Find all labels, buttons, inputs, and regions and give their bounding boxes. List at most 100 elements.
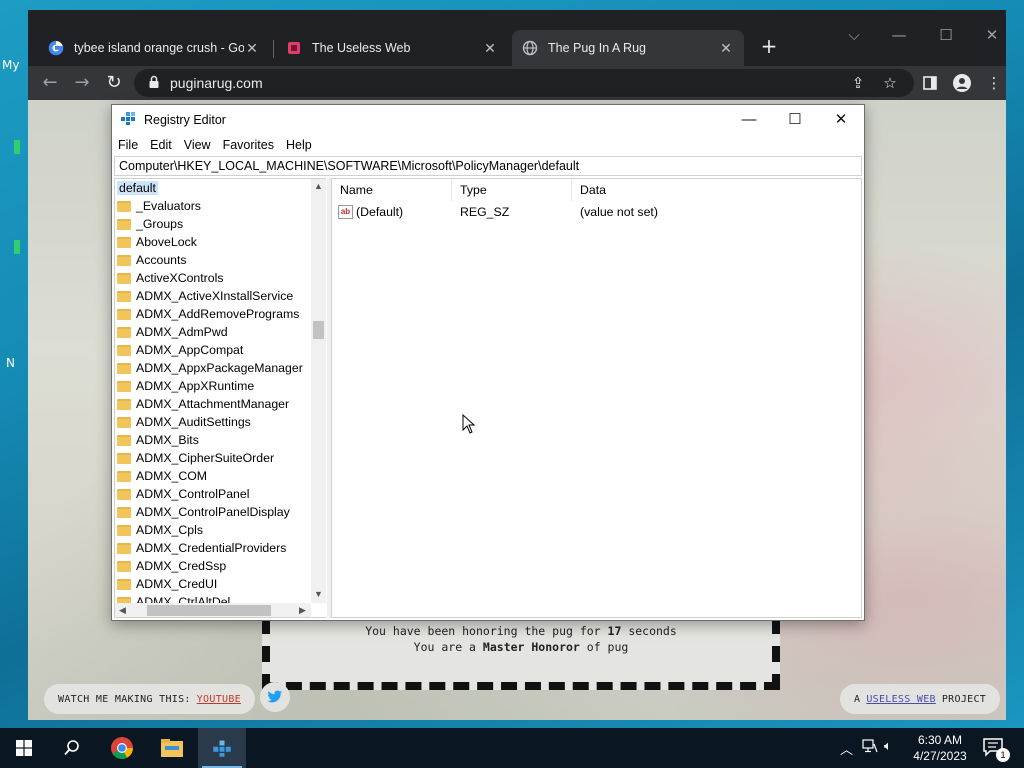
new-tab-button[interactable]: + [758,36,780,58]
regedit-minimize-icon[interactable]: — [726,105,772,135]
tab-close-icon[interactable]: ✕ [482,40,498,57]
tree-item[interactable]: ADMX_CredentialProviders [115,539,311,557]
scroll-left-arrow-icon[interactable]: ◀ [115,605,130,616]
tree-horizontal-scrollbar[interactable]: ◀ ▶ [115,603,311,617]
minimize-icon[interactable]: — [889,26,909,44]
tree-item[interactable]: ADMX_AppxPackageManager [115,359,311,377]
tree-item[interactable]: ADMX_AttachmentManager [115,395,311,413]
network-icon[interactable] [862,739,878,757]
scroll-down-arrow-icon[interactable]: ▼ [311,589,326,599]
tree-item[interactable]: ADMX_AddRemovePrograms [115,305,311,323]
tree-item-label: _Groups [136,217,184,231]
tab-close-icon[interactable]: ✕ [244,40,260,57]
tab-pug-in-a-rug[interactable]: The Pug In A Rug ✕ [512,30,744,66]
menu-favorites[interactable]: Favorites [217,138,280,152]
bookmark-star-icon[interactable]: ☆ [878,71,902,95]
tree-item-label: _Evaluators [136,199,201,213]
tree-horizontal-scroll-thumb[interactable] [147,605,271,616]
scroll-up-arrow-icon[interactable]: ▲ [311,181,326,191]
search-icon [64,740,79,756]
folder-icon [117,542,131,554]
kebab-menu-icon[interactable]: ⋮ [982,71,1006,95]
menu-help[interactable]: Help [280,138,318,152]
volume-icon[interactable]: 🔈︎ [884,739,892,754]
table-row[interactable]: ab (Default) REG_SZ (value not set) [332,203,861,221]
tree-vertical-scroll-thumb[interactable] [313,321,324,339]
youtube-link[interactable]: YOUTUBE [197,694,241,705]
back-arrow-icon[interactable]: ← [38,71,62,95]
tree-item[interactable]: ADMX_ControlPanel [115,485,311,503]
search-button[interactable] [48,728,96,768]
side-panel-icon[interactable] [918,71,942,95]
share-icon[interactable]: ⇪ [846,71,870,95]
tree-item[interactable]: _Evaluators [115,197,311,215]
folder-icon [117,524,131,536]
tree-item[interactable]: ADMX_ActiveXInstallService [115,287,311,305]
column-header-data[interactable]: Data [572,179,861,201]
tree-item-label: ADMX_ControlPanelDisplay [136,505,290,519]
tree-item-label: ADMX_AppXRuntime [136,379,255,393]
tree-item[interactable]: ActiveXControls [115,269,311,287]
address-bar[interactable]: puginarug.com [134,69,914,97]
profile-avatar-icon[interactable] [950,71,974,95]
tab-useless-web[interactable]: The Useless Web ✕ [276,30,508,66]
chrome-icon [111,737,133,759]
desktop-icon-label[interactable]: N [6,356,15,370]
scroll-right-arrow-icon[interactable]: ▶ [295,605,310,616]
desktop-icon-label[interactable]: My [2,58,19,72]
tree-item[interactable]: ADMX_AdmPwd [115,323,311,341]
tree-vertical-scrollbar[interactable]: ▲ ▼ [311,179,326,603]
tree-item[interactable]: ADMX_COM [115,467,311,485]
reload-icon[interactable]: ↻ [102,71,126,95]
tab-close-icon[interactable]: ✕ [718,40,734,57]
clock-date: 4/27/2023 [913,749,967,763]
tree-item[interactable]: ADMX_Bits [115,431,311,449]
tree-item[interactable]: ADMX_AppXRuntime [115,377,311,395]
tree-item[interactable]: ADMX_CtrlAltDel [115,593,311,603]
regedit-titlebar[interactable]: Registry Editor — ☐ ✕ [112,105,864,135]
regedit-maximize-icon[interactable]: ☐ [772,105,818,135]
registry-editor-icon [120,110,136,131]
tree-item[interactable]: _Groups [115,215,311,233]
tree-item[interactable]: Accounts [115,251,311,269]
tab-strip: tybee island orange crush - Goo ✕ The Us… [28,10,1006,66]
tree-item[interactable]: ADMX_CredSsp [115,557,311,575]
desktop-icon[interactable] [14,240,20,254]
tree-item[interactable]: ADMX_AuditSettings [115,413,311,431]
desktop-icon[interactable] [14,140,20,154]
regedit-close-icon[interactable]: ✕ [818,105,864,135]
lock-icon[interactable] [148,74,160,93]
notification-count-badge: 1 [996,748,1010,762]
tree-item[interactable]: ADMX_AppCompat [115,341,311,359]
twitter-bird-icon[interactable] [260,682,290,712]
taskbar-clock[interactable]: 6:30 AM 4/27/2023 [908,732,972,764]
show-hidden-icons-chevron-icon[interactable]: ︿ [840,739,853,758]
useless-web-link[interactable]: USELESS WEB [866,694,936,705]
tree-item[interactable]: ADMX_CredUI [115,575,311,593]
start-button[interactable] [0,728,48,768]
maximize-icon[interactable]: ☐ [936,26,956,44]
tree-root-item[interactable]: default [115,179,311,197]
taskbar-chrome[interactable] [98,728,146,768]
tab-search-chevron-icon[interactable]: ⌵ [844,26,864,44]
taskbar-registry-editor[interactable] [198,728,246,768]
column-header-name[interactable]: Name [332,179,452,201]
registry-key-tree: default _Evaluators _Groups AboveLock Accou… [114,178,326,618]
honor-time-text: You have been honoring the pug for 17 se… [270,624,772,638]
column-header-type[interactable]: Type [452,179,572,201]
menu-view[interactable]: View [178,138,217,152]
registry-path-field[interactable]: Computer\HKEY_LOCAL_MACHINE\SOFTWARE\Mic… [114,156,862,176]
taskbar-file-explorer[interactable] [148,728,196,768]
tree-list: default _Evaluators _Groups AboveLock Accou… [115,179,311,603]
tree-item[interactable]: ADMX_CipherSuiteOrder [115,449,311,467]
close-window-icon[interactable]: ✕ [982,26,1002,44]
tree-item[interactable]: AboveLock [115,233,311,251]
url-text: puginarug.com [170,75,263,91]
menu-edit[interactable]: Edit [144,138,178,152]
tab-google-search[interactable]: tybee island orange crush - Goo ✕ [38,30,270,66]
tree-item[interactable]: ADMX_Cpls [115,521,311,539]
registry-values-list: Name Type Data ab (Default) REG_SZ (valu… [331,178,862,618]
tree-item[interactable]: ADMX_ControlPanelDisplay [115,503,311,521]
forward-arrow-icon[interactable]: → [70,71,94,95]
menu-file[interactable]: File [112,138,144,152]
